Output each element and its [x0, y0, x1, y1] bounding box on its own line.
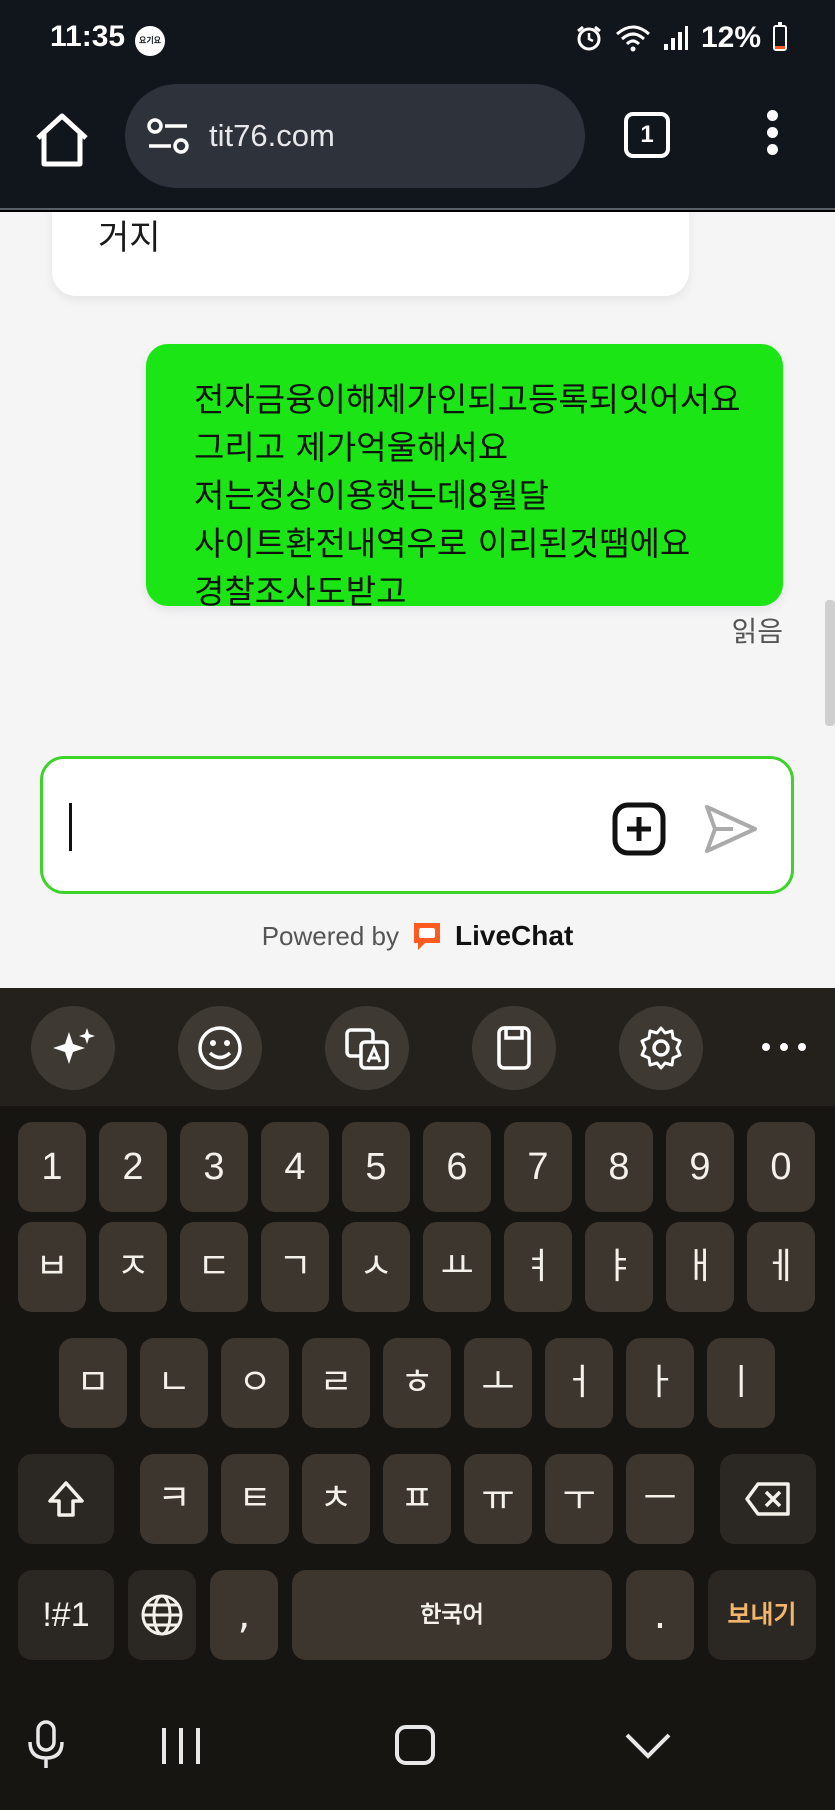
key-5[interactable]: 5	[342, 1122, 410, 1212]
browser-toolbar: tit76.com 1	[0, 80, 835, 210]
key-4[interactable]: 4	[261, 1122, 329, 1212]
chat-area: 거지 전자금융이해제가인되고등록되잇어서요 그리고 제가억울해서요 저는정상이용…	[0, 212, 835, 988]
key-1[interactable]: 1	[18, 1122, 86, 1212]
recent-apps-icon[interactable]	[160, 1726, 202, 1766]
battery-icon	[773, 22, 787, 51]
app-notification-icon: 요기요	[135, 26, 165, 56]
user-message-bubble: 전자금융이해제가인되고등록되잇어서요 그리고 제가억울해서요 저는정상이용햇는데…	[146, 344, 783, 611]
key-giyeok[interactable]: ㄱ	[261, 1222, 329, 1312]
wifi-icon	[615, 25, 650, 52]
key-jieut[interactable]: ㅈ	[99, 1222, 167, 1312]
keyboard-more-icon[interactable]	[762, 1032, 806, 1062]
key-6[interactable]: 6	[423, 1122, 491, 1212]
backspace-icon	[745, 1482, 790, 1516]
send-icon[interactable]	[703, 803, 759, 855]
status-bar: 11:35 요기요 12%	[0, 0, 835, 80]
key-u[interactable]: ㅜ	[545, 1454, 613, 1544]
translate-icon	[345, 1028, 389, 1070]
key-bieup[interactable]: ㅂ	[18, 1222, 86, 1312]
comma-key[interactable]: ,	[210, 1570, 278, 1660]
key-8[interactable]: 8	[585, 1122, 653, 1212]
key-rieul[interactable]: ㄹ	[302, 1338, 370, 1428]
key-nieun[interactable]: ㄴ	[140, 1338, 208, 1428]
key-e[interactable]: ㅔ	[747, 1222, 815, 1312]
url-text: tit76.com	[209, 118, 335, 153]
signal-icon	[663, 26, 688, 50]
key-siot[interactable]: ㅅ	[342, 1222, 410, 1312]
add-attachment-icon[interactable]	[611, 801, 667, 857]
message-composer	[40, 756, 794, 894]
clipboard-button[interactable]	[472, 1006, 556, 1090]
key-ya[interactable]: ㅑ	[585, 1222, 653, 1312]
agent-message-text: 거지	[98, 218, 161, 258]
key-yeo[interactable]: ㅕ	[504, 1222, 572, 1312]
key-3[interactable]: 3	[180, 1122, 248, 1212]
shift-key[interactable]	[18, 1454, 114, 1544]
more-menu-icon[interactable]	[760, 110, 784, 160]
livechat-brand: LiveChat	[455, 920, 574, 951]
agent-message-bubble: 거지	[52, 212, 689, 296]
user-message-text: 전자금융이해제가인되고등록되잇어서요 그리고 제가억울해서요 저는정상이용햇는데…	[194, 380, 741, 611]
key-eo[interactable]: ㅓ	[545, 1338, 613, 1428]
powered-by-text: Powered by	[261, 920, 400, 951]
period-key[interactable]: .	[626, 1570, 694, 1660]
key-0[interactable]: 0	[747, 1122, 815, 1212]
ai-sparkle-button[interactable]	[31, 1006, 115, 1090]
key-yo[interactable]: ㅛ	[423, 1222, 491, 1312]
navigation-bar	[0, 1666, 835, 1810]
language-key[interactable]	[128, 1570, 196, 1660]
livechat-logo-icon	[414, 923, 441, 950]
key-digeut[interactable]: ㄷ	[180, 1222, 248, 1312]
key-a[interactable]: ㅏ	[626, 1338, 694, 1428]
site-settings-icon[interactable]	[145, 114, 193, 158]
key-kieuk[interactable]: ㅋ	[140, 1454, 208, 1544]
key-2[interactable]: 2	[99, 1122, 167, 1212]
globe-icon	[141, 1594, 183, 1636]
gear-icon	[640, 1026, 682, 1070]
translate-button[interactable]	[325, 1006, 409, 1090]
space-key[interactable]: 한국어	[292, 1570, 612, 1660]
message-input[interactable]	[65, 783, 605, 871]
key-pieup[interactable]: ㅍ	[383, 1454, 451, 1544]
scrollbar[interactable]	[825, 600, 835, 726]
key-eu[interactable]: ㅡ	[626, 1454, 694, 1544]
key-tieut[interactable]: ㅌ	[221, 1454, 289, 1544]
read-receipt: 읽음	[731, 615, 783, 648]
clipboard-icon	[497, 1026, 531, 1070]
keyboard-settings-button[interactable]	[619, 1006, 703, 1090]
status-indicators: 12%	[575, 18, 787, 58]
key-yu[interactable]: ㅠ	[464, 1454, 532, 1544]
battery-percent: 12%	[700, 21, 761, 54]
keyboard: 1 2 3 4 5 6 7 8 9 0 ㅂ ㅈ ㄷ ㄱ ㅅ ㅛ ㅕ ㅑ ㅐ ㅔ …	[0, 1106, 835, 1666]
emoji-icon	[198, 1026, 242, 1070]
alarm-icon	[577, 25, 601, 51]
shift-icon	[48, 1481, 84, 1517]
backspace-key[interactable]	[720, 1454, 816, 1544]
powered-by-footer[interactable]: Powered by LiveChat	[0, 920, 835, 952]
key-chieut[interactable]: ㅊ	[302, 1454, 370, 1544]
microphone-icon[interactable]	[24, 1720, 68, 1770]
home-nav-icon[interactable]	[394, 1724, 436, 1766]
back-chevron-down-icon[interactable]	[624, 1732, 672, 1760]
key-9[interactable]: 9	[666, 1122, 734, 1212]
symbols-key[interactable]: !#1	[18, 1570, 114, 1660]
key-mieum[interactable]: ㅁ	[59, 1338, 127, 1428]
key-7[interactable]: 7	[504, 1122, 572, 1212]
key-ae[interactable]: ㅐ	[666, 1222, 734, 1312]
key-hieut[interactable]: ㅎ	[383, 1338, 451, 1428]
tab-switcher-button[interactable]: 1	[624, 112, 670, 158]
text-caret	[69, 803, 72, 851]
keyboard-toolbar	[0, 988, 835, 1106]
key-ieung[interactable]: ㅇ	[221, 1338, 289, 1428]
sparkle-icon	[53, 1028, 95, 1064]
status-time: 11:35	[50, 20, 126, 53]
send-key[interactable]: 보내기	[708, 1570, 816, 1660]
emoji-button[interactable]	[178, 1006, 262, 1090]
address-bar[interactable]: tit76.com	[125, 84, 585, 188]
key-o[interactable]: ㅗ	[464, 1338, 532, 1428]
home-icon[interactable]	[30, 108, 94, 172]
key-i[interactable]: ㅣ	[707, 1338, 775, 1428]
